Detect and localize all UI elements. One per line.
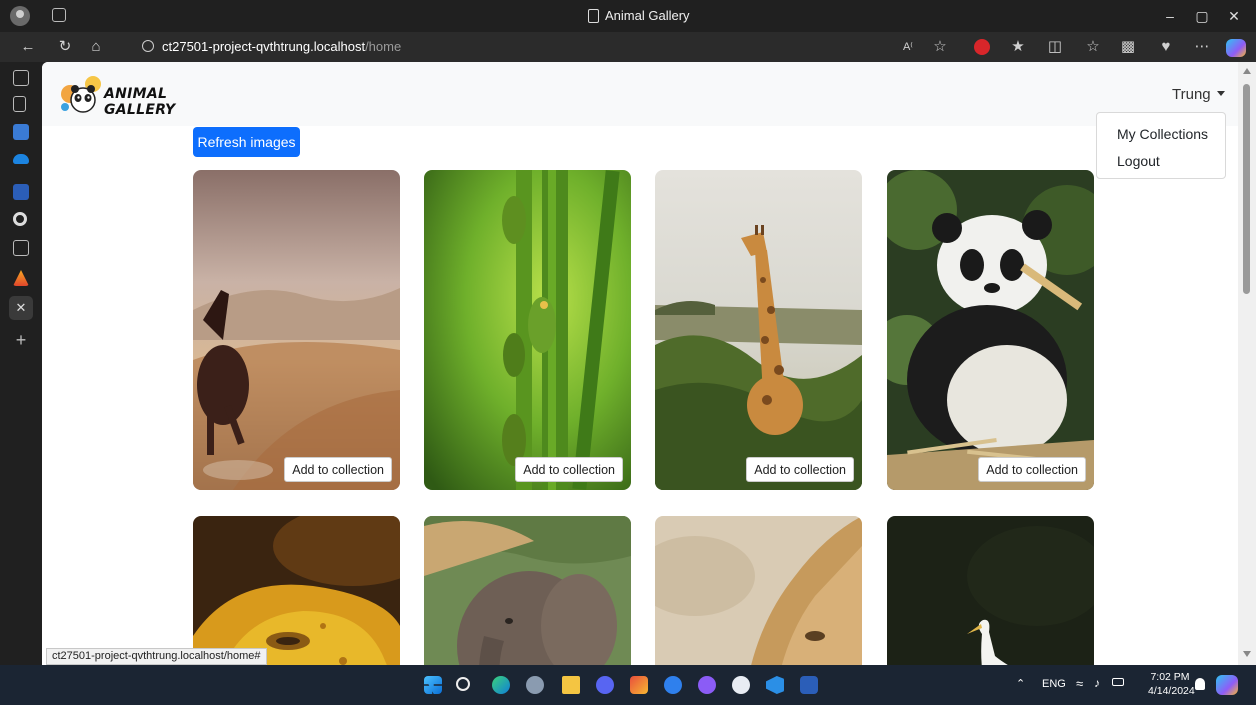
windows-taskbar: ⌃ ENG ≈ ♪ 7:02 PM 4/14/2024 <box>0 665 1256 705</box>
scroll-up-icon[interactable] <box>1243 68 1251 74</box>
vscode-icon[interactable] <box>766 676 784 694</box>
url-path: /home <box>365 39 402 54</box>
site-navbar: ANIMAL GALLERY Trung <box>42 62 1238 126</box>
address-bar[interactable]: ct27501-project-qvthtrung.localhost/home <box>128 35 908 59</box>
favorites-icon[interactable]: ☆ <box>1083 37 1103 57</box>
image-card-iguana <box>193 516 400 665</box>
add-to-collection-button[interactable]: Add to collection <box>515 457 623 482</box>
giraffe-image <box>655 170 862 490</box>
profile-icon[interactable] <box>10 6 30 26</box>
maximize-icon[interactable]: ▢ <box>1192 6 1212 26</box>
onedrive-icon[interactable] <box>13 154 29 164</box>
split-screen-icon[interactable]: ◫ <box>1045 37 1065 57</box>
home-icon[interactable]: ⌂ <box>86 37 106 57</box>
chevron-down-icon <box>1216 91 1225 96</box>
status-bar-url: ct27501-project-qvthtrung.localhost/home… <box>46 648 267 665</box>
back-icon[interactable]: ← <box>18 37 38 57</box>
language-indicator[interactable]: ENG <box>1042 678 1066 690</box>
chat-app-icon[interactable] <box>698 676 716 694</box>
search-icon[interactable] <box>456 677 470 691</box>
add-to-collection-button[interactable]: Add to collection <box>746 457 854 482</box>
notification-icon[interactable] <box>1195 678 1205 690</box>
url-host: ct27501-project-qvthtrung.localhost <box>162 39 366 54</box>
frogs-image <box>424 170 631 490</box>
collections-icon[interactable]: ▩ <box>1118 37 1138 57</box>
word-sidebar-icon[interactable] <box>13 184 29 200</box>
page-icon <box>588 8 599 23</box>
clock-time: 7:02 PM <box>1150 671 1190 683</box>
notes-icon[interactable] <box>13 240 29 256</box>
horse-image <box>193 170 400 490</box>
app-icon[interactable] <box>732 676 750 694</box>
battery-icon[interactable] <box>1112 678 1124 686</box>
image-card-horse: Add to collection <box>193 170 400 490</box>
user-name: Trung <box>1172 86 1211 103</box>
word-icon[interactable] <box>800 676 818 694</box>
edge-icon[interactable] <box>492 676 510 694</box>
volume-icon[interactable]: ♪ <box>1094 676 1100 690</box>
zalo-icon[interactable] <box>664 676 682 694</box>
tab-title: Animal Gallery <box>605 8 690 23</box>
elephant-image <box>424 516 631 665</box>
active-tab[interactable]: Animal Gallery <box>588 8 690 23</box>
add-sidebar-icon[interactable]: + <box>13 331 29 349</box>
copilot-icon[interactable] <box>1216 675 1238 695</box>
page-tab-icon[interactable] <box>13 96 26 112</box>
copilot-icon[interactable] <box>1226 39 1246 57</box>
iguana-image <box>193 516 400 665</box>
refresh-icon[interactable]: ↻ <box>55 37 75 57</box>
user-menu-toggle[interactable]: Trung <box>1172 86 1225 103</box>
wifi-icon[interactable]: ≈ <box>1076 676 1083 691</box>
logo-text: ANIMAL GALLERY <box>104 86 176 118</box>
minimize-icon[interactable]: – <box>1160 6 1180 26</box>
image-card-egret <box>887 516 1094 665</box>
chevron-up-icon[interactable]: ⌃ <box>1016 677 1025 690</box>
clock[interactable]: 7:02 PM 4/14/2024 <box>1148 670 1195 698</box>
browser-toolbar: ← ↻ ⌂ ct27501-project-qvthtrung.localhos… <box>0 32 1256 62</box>
egret-image <box>887 516 1094 665</box>
app-icon[interactable] <box>13 270 29 286</box>
image-card-giraffe: Add to collection <box>655 170 862 490</box>
add-to-collection-button[interactable]: Add to collection <box>284 457 392 482</box>
extensions-icon[interactable]: ★ <box>1008 37 1028 57</box>
adblock-icon[interactable] <box>974 39 990 55</box>
discord-icon[interactable] <box>596 676 614 694</box>
scrollbar-thumb[interactable] <box>1243 84 1250 294</box>
lion-image <box>655 516 862 665</box>
add-to-collection-button[interactable]: Add to collection <box>978 457 1086 482</box>
close-icon[interactable]: ✕ <box>1224 6 1244 26</box>
tab-actions-icon[interactable] <box>13 70 29 86</box>
clock-date: 4/14/2024 <box>1148 685 1195 697</box>
image-card-lion <box>655 516 862 665</box>
user-dropdown-menu: My Collections Logout <box>1096 112 1226 179</box>
browser-sidebar: ✕ + <box>0 62 42 665</box>
start-icon[interactable] <box>424 676 442 694</box>
panda-mascot-logo <box>61 76 101 113</box>
workspaces-icon[interactable] <box>52 8 66 22</box>
panda-image <box>887 170 1094 490</box>
app-icon[interactable] <box>630 676 648 694</box>
read-aloud-icon[interactable]: A⁽ <box>898 37 918 57</box>
page-viewport: ANIMAL GALLERY Trung My Collections Logo… <box>42 62 1238 665</box>
file-explorer-icon[interactable] <box>562 676 580 694</box>
image-card-elephant <box>424 516 631 665</box>
info-icon[interactable] <box>142 40 154 52</box>
image-card-frogs: Add to collection <box>424 170 631 490</box>
performance-icon[interactable]: ♥ <box>1156 37 1176 57</box>
github-icon[interactable] <box>13 212 27 226</box>
browser-title-bar: Animal Gallery – ▢ ✕ <box>0 0 1256 32</box>
scroll-down-icon[interactable] <box>1243 651 1251 657</box>
menu-item-logout[interactable]: Logout <box>1097 148 1225 175</box>
settings-icon[interactable] <box>526 676 544 694</box>
refresh-images-button[interactable]: Refresh images <box>193 127 300 157</box>
outlook-icon[interactable] <box>13 124 29 140</box>
favorite-icon[interactable]: ☆ <box>930 37 950 57</box>
more-icon[interactable]: ⋯ <box>1192 37 1212 57</box>
menu-item-my-collections[interactable]: My Collections <box>1097 121 1225 148</box>
close-sidebar-icon[interactable]: ✕ <box>9 296 33 320</box>
site-logo[interactable]: ANIMAL GALLERY <box>60 72 220 118</box>
page-scrollbar[interactable] <box>1238 62 1256 665</box>
image-card-panda: Add to collection <box>887 170 1094 490</box>
